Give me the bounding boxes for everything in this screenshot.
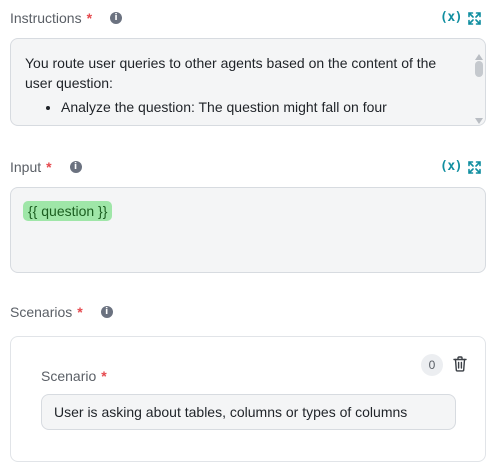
info-icon[interactable]: i — [110, 12, 123, 24]
variables-button[interactable]: (x) — [440, 10, 462, 25]
trash-icon[interactable] — [453, 356, 467, 377]
instructions-label-row: Instructions * i — [10, 10, 123, 26]
input-field[interactable]: {{ question }} — [10, 187, 486, 273]
instructions-label: Instructions — [10, 10, 82, 26]
scenario-card: Scenario * 0 User is asking about tables… — [10, 336, 486, 462]
required-asterisk: * — [46, 159, 52, 175]
required-asterisk: * — [101, 368, 107, 384]
required-asterisk: * — [86, 10, 93, 26]
scenario-label-row: Scenario * — [41, 368, 107, 384]
expand-icon[interactable] — [468, 161, 481, 174]
scroll-down-arrow[interactable] — [475, 111, 483, 125]
instructions-bullet: Analyze the question: The question might… — [61, 97, 457, 117]
scenario-label: Scenario — [41, 368, 97, 384]
required-asterisk: * — [77, 304, 83, 320]
info-icon[interactable]: i — [69, 161, 82, 173]
input-label-row: Input * i — [10, 159, 82, 175]
scenarios-label-row: Scenarios * i — [10, 304, 113, 320]
input-label: Input — [10, 159, 42, 175]
scenario-input[interactable]: User is asking about tables, columns or … — [41, 394, 456, 430]
variable-chip[interactable]: {{ question }} — [23, 201, 113, 221]
expand-icon[interactable] — [468, 12, 481, 25]
instructions-text: You route user queries to other agents b… — [25, 55, 437, 91]
scenarios-label: Scenarios — [10, 304, 73, 320]
scrollbar-thumb[interactable] — [475, 61, 483, 77]
instructions-textarea[interactable]: You route user queries to other agents b… — [10, 38, 486, 126]
info-icon[interactable]: i — [100, 306, 113, 318]
scenario-input-value: User is asking about tables, columns or … — [54, 404, 408, 420]
scenario-count-badge: 0 — [421, 354, 443, 376]
variables-button[interactable]: (x) — [440, 159, 462, 174]
